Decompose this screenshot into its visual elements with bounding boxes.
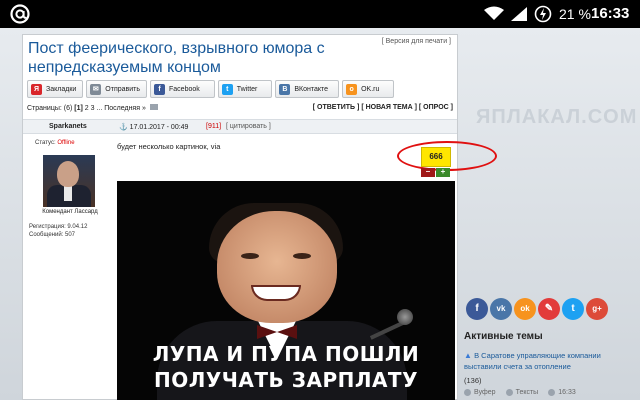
share-label: Закладки (46, 85, 77, 93)
topic-time-text: 16:33 (558, 389, 576, 396)
share-label: Facebook (169, 85, 200, 93)
topic-category-name: Тексты (515, 389, 539, 396)
rss-icon[interactable] (149, 104, 158, 110)
facebook-icon: f (154, 83, 166, 95)
page-links[interactable]: 2 3 ... Последняя » (85, 105, 146, 112)
active-topic-title[interactable]: В Саратове управляющие компании выставил… (464, 351, 601, 371)
share-toolbar: Я Закладки ✉ Отправить f Facebook t Twit… (27, 80, 395, 100)
post-date-text: 17.01.2017 - 00:49 (129, 124, 189, 131)
author-info: Статус: Offline Комендант Лассард Регист… (23, 135, 113, 400)
livejournal-icon[interactable]: ✎ (538, 298, 560, 320)
user-stats: Регистрация: 9.04.12 Сообщений: 507 (29, 223, 87, 239)
image-caption: ЛУПА И ПУПА ПОШЛИ ПОЛУЧАТЬ ЗАРПЛАТУ (117, 341, 455, 393)
avatar[interactable] (43, 155, 95, 207)
share-label: OK.ru (361, 85, 380, 93)
clock-icon (548, 389, 556, 396)
sidebar: ЯПЛАКАЛ.COM f vk ok ✎ t g+ Активные темы… (460, 34, 640, 400)
twitter-icon: t (221, 83, 233, 95)
mail-icon: ✉ (90, 83, 102, 95)
fire-icon: ▲ (464, 351, 472, 360)
pagination: Страницы: (6) [1] 2 3 ... Последняя » (27, 104, 158, 112)
author-name[interactable]: Sparkanets (49, 123, 87, 130)
status-label: Статус: (35, 140, 56, 146)
battery-percentage: 21 % (559, 6, 591, 22)
share-button-twitter[interactable]: t Twitter (217, 80, 273, 98)
share-button-bookmarks[interactable]: Я Закладки (27, 80, 84, 98)
microphone-icon (397, 309, 413, 325)
user-status: Статус: Offline (35, 140, 75, 146)
current-page: [1] (74, 105, 83, 112)
anchor-icon[interactable]: ⚓ (119, 124, 128, 131)
caption-line-1: ЛУПА И ПУПА ПОШЛИ (152, 342, 420, 366)
status-value: Offline (57, 140, 75, 146)
post-header: Sparkanets ⚓ 17.01.2017 - 00:49 [911] [ … (23, 119, 457, 134)
battery-saver-icon (534, 5, 552, 23)
share-label: ВКонтакте (294, 85, 329, 93)
google-plus-icon[interactable]: g+ (586, 298, 608, 320)
vk-icon[interactable]: vk (490, 298, 512, 320)
new-topic-button[interactable]: [ НОВАЯ ТЕМА ] (361, 104, 417, 111)
vote-up-button[interactable]: + (436, 168, 450, 177)
wifi-icon (484, 6, 504, 20)
share-label: Twitter (236, 85, 258, 93)
quote-link[interactable]: [ цитировать ] (226, 123, 271, 130)
share-button-ok[interactable]: o OK.ru (342, 80, 395, 98)
clock: 16:33 (591, 5, 630, 22)
twitter-icon[interactable]: t (562, 298, 584, 320)
ok-icon[interactable]: ok (514, 298, 536, 320)
topic-author[interactable]: Вуфер (464, 389, 496, 396)
caption-line-2: ПОЛУЧАТЬ ЗАРПЛАТУ (154, 368, 418, 392)
post-date: ⚓ 17.01.2017 - 00:49 (119, 123, 188, 131)
active-topics-heading: Активные темы (464, 331, 543, 342)
topic-comment-count: (136) (464, 376, 482, 385)
print-version-link[interactable]: [ Версия для печати ] (382, 38, 451, 45)
post-text: будет несколько картинок, via (117, 142, 221, 151)
share-button-send[interactable]: ✉ Отправить (86, 80, 148, 98)
post-panel: [ Версия для печати ] Пост феерического,… (22, 34, 497, 400)
post-number[interactable]: [911] (206, 123, 221, 130)
user-icon (464, 389, 471, 396)
topic-time: 16:33 (548, 389, 576, 396)
yandex-bookmarks-icon: Я (31, 83, 42, 95)
signal-icon (511, 7, 527, 21)
message-count: Сообщений: 507 (29, 232, 76, 238)
page-title: Пост феерического, взрывного юмора с неп… (28, 40, 325, 76)
vote-down-button[interactable]: – (421, 168, 435, 177)
folder-icon (505, 389, 513, 396)
topic-category[interactable]: Тексты (505, 389, 539, 396)
active-topic-link[interactable]: ▲ В Саратове управляющие компании выстав… (464, 350, 624, 372)
post-image: ЛУПА И ПУПА ПОШЛИ ПОЛУЧАТЬ ЗАРПЛАТУ (117, 181, 455, 400)
user-rank: Комендант Лассард (42, 209, 98, 215)
registration-date: Регистрация: 9.04.12 (29, 224, 88, 230)
vk-icon: B (279, 83, 291, 95)
status-bar: 21 % 16:33 (0, 0, 640, 28)
ok-icon: o (346, 83, 358, 95)
share-button-facebook[interactable]: f Facebook (150, 80, 215, 98)
share-label: Отправить (105, 85, 141, 93)
topic-actions: [ ОТВЕТИТЬ ] [ НОВАЯ ТЕМА ] [ ОПРОС ] (313, 104, 453, 111)
at-sign-icon[interactable] (9, 4, 31, 24)
social-links: f vk ok ✎ t g+ (466, 298, 608, 320)
site-watermark: ЯПЛАКАЛ.COM (476, 106, 638, 128)
share-button-vk[interactable]: B ВКонтакте (275, 80, 340, 98)
topic-meta: Вуфер Тексты 16:33 (464, 389, 576, 396)
topic-author-name: Вуфер (474, 389, 496, 396)
facebook-icon[interactable]: f (466, 298, 488, 320)
rating-badge: 666 (421, 147, 451, 167)
reply-button[interactable]: [ ОТВЕТИТЬ ] (313, 104, 360, 111)
poll-button[interactable]: [ ОПРОС ] (419, 104, 453, 111)
pages-prefix: Страницы: (6) (27, 105, 73, 112)
